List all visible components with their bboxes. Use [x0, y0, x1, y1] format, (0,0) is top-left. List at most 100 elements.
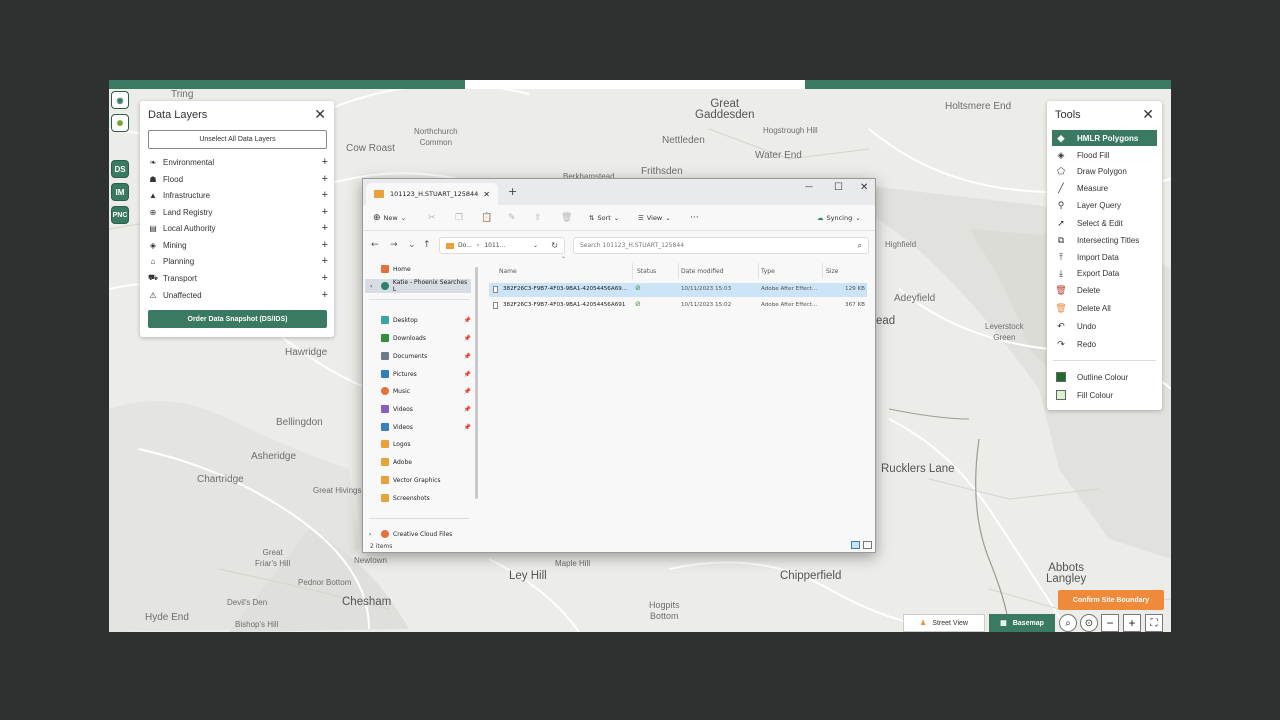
sort-button[interactable]: ⇅ Sort ⌄: [589, 214, 619, 222]
layer-item-local-authority[interactable]: ▤ Local Authority +: [148, 221, 328, 235]
nav-item-pictures[interactable]: Pictures 📌: [381, 367, 473, 381]
explorer-tab[interactable]: 101123_H.STUART_125844 ✕: [366, 183, 498, 205]
pin-icon[interactable]: 📌: [464, 335, 471, 342]
nav-item-downloads[interactable]: Downloads 📌: [381, 331, 473, 345]
maximize-button[interactable]: ☐: [834, 182, 843, 193]
column-header-size[interactable]: Size: [826, 263, 866, 279]
tool-layer-query[interactable]: ⚲ Layer Query: [1052, 197, 1157, 213]
copy-icon[interactable]: ❐: [455, 213, 463, 223]
new-tab-button[interactable]: +: [508, 185, 517, 198]
refresh-icon[interactable]: ↻: [551, 241, 558, 250]
table-row[interactable]: 382F26C3-F9B7-4F03-9BA1-42054456A69... ⊘…: [489, 283, 867, 297]
expand-chevron-icon[interactable]: ›: [369, 531, 371, 538]
column-header-name[interactable]: Name: [499, 263, 633, 279]
nav-item-logos[interactable]: Logos: [381, 437, 473, 451]
close-icon[interactable]: ✕: [1142, 106, 1154, 123]
confirm-site-boundary-button[interactable]: Confirm Site Boundary: [1058, 590, 1164, 610]
add-layer-icon[interactable]: +: [322, 255, 328, 267]
tool-intersecting-titles[interactable]: ⧉ Intersecting Titles: [1052, 232, 1157, 248]
zoom-in-button[interactable]: +: [1123, 614, 1141, 632]
tool-delete[interactable]: 🗑 Delete: [1052, 282, 1157, 298]
up-arrow-icon[interactable]: ↑: [423, 240, 431, 250]
add-layer-icon[interactable]: +: [322, 222, 328, 234]
new-button[interactable]: ⊕ New ⌄: [373, 213, 406, 223]
delete-icon[interactable]: 🗑: [561, 213, 572, 223]
close-window-button[interactable]: ✕: [860, 182, 868, 193]
nav-item-videos-2[interactable]: Videos 📌: [381, 420, 473, 434]
satellite-globe-icon[interactable]: ✺: [111, 114, 129, 132]
nav-item-music[interactable]: Music 📌: [381, 384, 473, 398]
add-layer-icon[interactable]: +: [322, 173, 328, 185]
fullscreen-icon[interactable]: ⛶: [1145, 614, 1163, 632]
layer-item-mining[interactable]: ◈ Mining +: [148, 238, 328, 252]
tool-draw-polygon[interactable]: ⬠ Draw Polygon: [1052, 163, 1157, 179]
add-layer-icon[interactable]: +: [322, 289, 328, 301]
tool-hmlr-polygons[interactable]: ◆ HMLR Polygons: [1052, 130, 1157, 146]
nav-item-vector-graphics[interactable]: Vector Graphics: [381, 473, 473, 487]
pin-icon[interactable]: 📌: [464, 371, 471, 378]
tool-export-data[interactable]: ⤓ Export Data: [1052, 265, 1157, 281]
search-location-icon[interactable]: ⌕: [1059, 614, 1077, 632]
locate-pin-icon[interactable]: ⊙: [1080, 614, 1098, 632]
pin-icon[interactable]: 📌: [464, 388, 471, 395]
sidebar-item-ds[interactable]: DS: [111, 160, 129, 178]
sidebar-item-pnc[interactable]: PNC: [111, 206, 129, 224]
expand-chevron-icon[interactable]: ›: [370, 283, 372, 290]
layer-item-flood[interactable]: ☗ Flood +: [148, 172, 328, 186]
details-view-icon[interactable]: [851, 541, 860, 549]
forward-arrow-icon[interactable]: →: [390, 240, 398, 250]
tool-delete-all[interactable]: 🗑 Delete All: [1052, 300, 1157, 316]
nav-item-desktop[interactable]: Desktop 📌: [381, 313, 473, 327]
chevron-down-icon[interactable]: ⌄: [533, 242, 538, 249]
cut-icon[interactable]: ✂: [428, 213, 436, 223]
tab-close-icon[interactable]: ✕: [483, 190, 490, 199]
back-arrow-icon[interactable]: ←: [371, 240, 379, 250]
tool-redo[interactable]: ↷ Redo: [1052, 336, 1157, 352]
add-layer-icon[interactable]: +: [322, 206, 328, 218]
tiles-view-icon[interactable]: [863, 541, 872, 549]
layer-item-infrastructure[interactable]: ▲ Infrastructure +: [148, 188, 328, 202]
pin-icon[interactable]: 📌: [464, 406, 471, 413]
tool-measure[interactable]: ╱ Measure: [1052, 180, 1157, 196]
close-icon[interactable]: ✕: [314, 106, 326, 123]
minimize-button[interactable]: —: [805, 182, 813, 191]
outline-colour-picker[interactable]: Outline Colour: [1052, 369, 1157, 385]
street-view-button[interactable]: ♟ Street View: [903, 614, 985, 632]
nav-item-home[interactable]: Home: [381, 262, 473, 276]
zoom-out-button[interactable]: −: [1101, 614, 1119, 632]
layer-item-transport[interactable]: ⛟ Transport +: [148, 271, 328, 285]
top-search-bar[interactable]: [465, 80, 805, 89]
layer-item-land-registry[interactable]: ⊕ Land Registry +: [148, 205, 328, 219]
tool-import-data[interactable]: ⤒ Import Data: [1052, 249, 1157, 265]
share-icon[interactable]: ⇪: [534, 213, 542, 223]
basemap-button[interactable]: ▦ Basemap: [989, 614, 1055, 632]
paste-icon[interactable]: 📋: [481, 213, 492, 223]
nav-item-cloud-account[interactable]: › Katie - Phoenix Searches L: [365, 279, 471, 293]
nav-item-videos[interactable]: Videos 📌: [381, 402, 473, 416]
column-header-type[interactable]: Type: [761, 263, 823, 279]
sidebar-item-im[interactable]: IM: [111, 183, 129, 201]
add-layer-icon[interactable]: +: [322, 239, 328, 251]
address-bar[interactable]: Do... › 1011... ⌄ ↻: [439, 237, 565, 254]
address-part[interactable]: Do...: [458, 242, 472, 249]
column-header-date[interactable]: Date modified: [681, 263, 759, 279]
tool-undo[interactable]: ↶ Undo: [1052, 318, 1157, 334]
pin-icon[interactable]: 📌: [464, 353, 471, 360]
column-header-status[interactable]: Status: [637, 263, 679, 279]
add-layer-icon[interactable]: +: [322, 272, 328, 284]
layers-globe-icon[interactable]: ◉: [111, 91, 129, 109]
recent-chevron-icon[interactable]: ⌄: [408, 240, 416, 250]
pin-icon[interactable]: 📌: [464, 317, 471, 324]
tool-select-edit[interactable]: ➚ Select & Edit: [1052, 215, 1157, 231]
syncing-button[interactable]: ☁ Syncing ⌄: [817, 214, 861, 222]
fill-colour-picker[interactable]: Fill Colour: [1052, 387, 1157, 403]
nav-item-creative-cloud[interactable]: › Creative Cloud Files: [369, 527, 473, 541]
pin-icon[interactable]: 📌: [464, 424, 471, 431]
nav-scrollbar[interactable]: [475, 267, 478, 499]
add-layer-icon[interactable]: +: [322, 156, 328, 168]
view-button[interactable]: ☰ View ⌄: [638, 214, 671, 222]
more-options-icon[interactable]: ···: [690, 213, 699, 223]
rename-icon[interactable]: ✎: [508, 213, 516, 223]
address-part[interactable]: 1011...: [484, 242, 505, 249]
nav-item-screenshots[interactable]: Screenshots: [381, 491, 473, 505]
